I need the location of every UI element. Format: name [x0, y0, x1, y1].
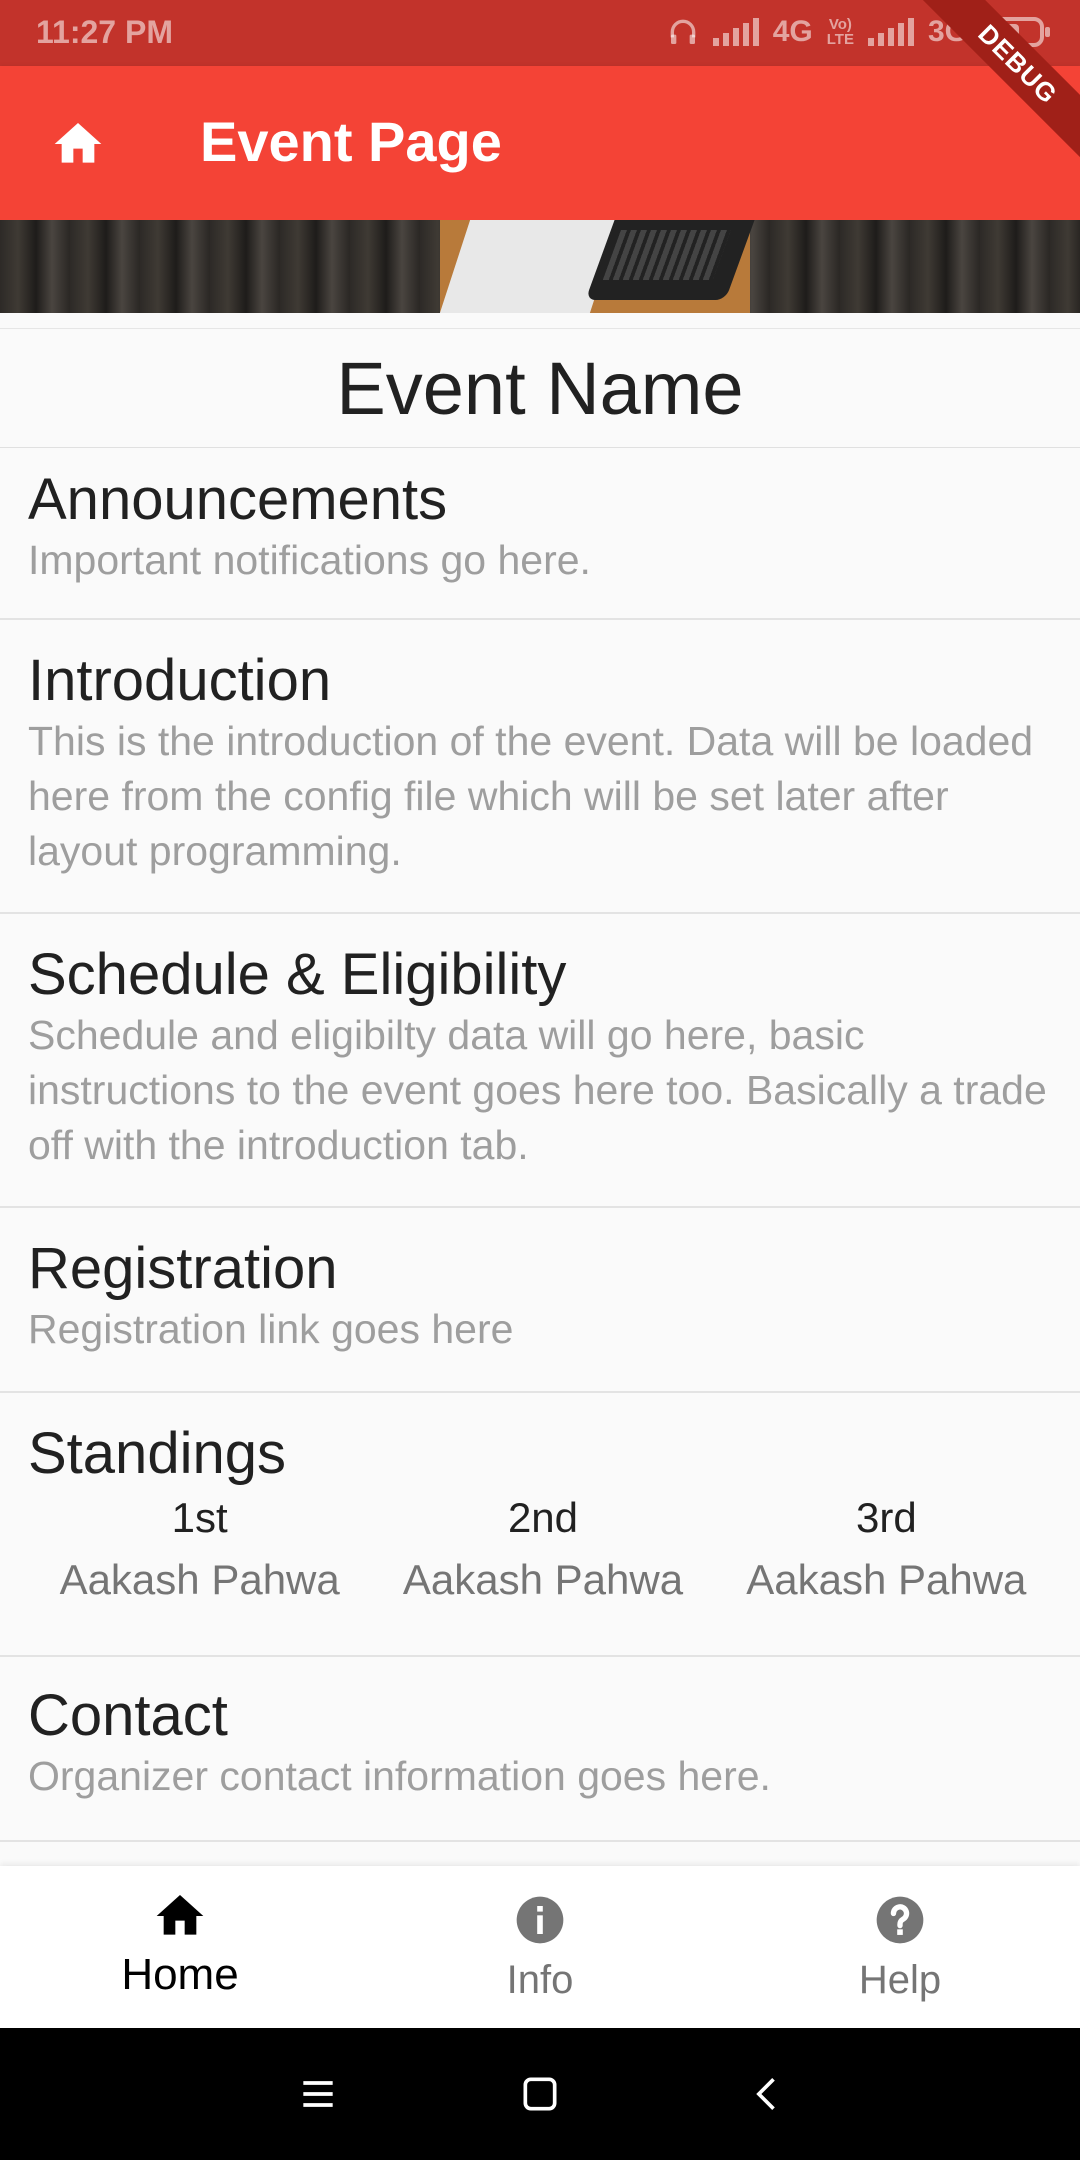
status-bar: 11:27 PM 4G Vo) LTE 3G	[0, 0, 1080, 66]
standing-name: Aakash Pahwa	[402, 1556, 684, 1603]
home-square-icon[interactable]	[518, 2072, 562, 2116]
section-body: Organizer contact information goes here.	[28, 1753, 771, 1799]
section-title: Registration	[28, 1236, 338, 1301]
status-icons: 4G Vo) LTE 3G	[667, 12, 1050, 52]
section-title: Standings	[28, 1421, 286, 1486]
volte-icon: Vo) LTE	[826, 16, 854, 48]
status-time: 11:27 PM	[36, 14, 173, 50]
bottom-navigation: Home Info Help	[0, 1866, 1080, 2028]
page-title: Event Page	[200, 110, 502, 173]
section-body: Registration link goes here	[28, 1306, 514, 1352]
headphones-icon	[670, 19, 696, 44]
standings-row: 1st Aakash Pahwa 2nd Aakash Pahwa 3rd Aa…	[28, 1489, 1058, 1613]
menu-icon[interactable]	[296, 2072, 340, 2116]
event-name: Event Name	[0, 328, 1080, 448]
help-icon	[876, 1896, 924, 1944]
section-contact[interactable]: Contact Organizer contact information go…	[0, 1657, 1080, 1842]
system-navigation-bar	[0, 2028, 1080, 2160]
standing-name: Aakash Pahwa	[746, 1556, 1027, 1603]
section-title: Introduction	[28, 648, 332, 713]
section-title: Contact	[28, 1683, 228, 1748]
section-schedule-eligibility[interactable]: Schedule & Eligibility Schedule and elig…	[0, 914, 1080, 1208]
standing-name: Aakash Pahwa	[59, 1556, 340, 1603]
signal-icon-2	[867, 18, 914, 46]
standing-place: 2nd	[507, 1494, 579, 1541]
battery-icon	[982, 17, 1050, 47]
section-registration[interactable]: Registration Registration link goes here	[0, 1208, 1080, 1393]
standing-place: 3rd	[855, 1494, 917, 1541]
section-body: Schedule and eligibilty data will go her…	[28, 1012, 1047, 1168]
section-introduction[interactable]: Introduction This is the introduction of…	[0, 620, 1080, 914]
nav-item-info[interactable]: Info	[360, 1866, 720, 2028]
home-icon	[156, 1895, 204, 1935]
app-bar: Event Page	[0, 66, 1080, 220]
network-type-1: 4G	[772, 15, 813, 48]
section-standings[interactable]: Standings 1st Aakash Pahwa 2nd Aakash Pa…	[0, 1393, 1080, 1657]
standing-second: 2nd Aakash Pahwa	[371, 1489, 714, 1613]
back-icon[interactable]	[746, 2072, 790, 2116]
standing-third: 3rd Aakash Pahwa	[715, 1489, 1058, 1613]
standing-first: 1st Aakash Pahwa	[28, 1489, 371, 1613]
section-title: Announcements	[28, 467, 448, 532]
nav-item-help[interactable]: Help	[720, 1866, 1080, 2028]
signal-icon	[712, 18, 759, 46]
nav-item-home[interactable]: Home	[0, 1866, 360, 2028]
network-type-2: 3G	[927, 15, 968, 48]
info-icon	[516, 1896, 564, 1944]
section-body: Important notifications go here.	[28, 537, 591, 583]
nav-item-label: Info	[506, 1958, 574, 2002]
home-icon[interactable]	[50, 116, 106, 172]
nav-item-label: Help	[858, 1958, 942, 2002]
section-announcements[interactable]: Announcements Important notifications go…	[0, 449, 1080, 620]
event-banner-image	[0, 220, 1080, 313]
standing-place: 1st	[171, 1494, 228, 1541]
nav-item-label: Home	[121, 1950, 239, 1999]
section-title: Schedule & Eligibility	[28, 942, 567, 1007]
section-body: This is the introduction of the event. D…	[28, 718, 1034, 874]
